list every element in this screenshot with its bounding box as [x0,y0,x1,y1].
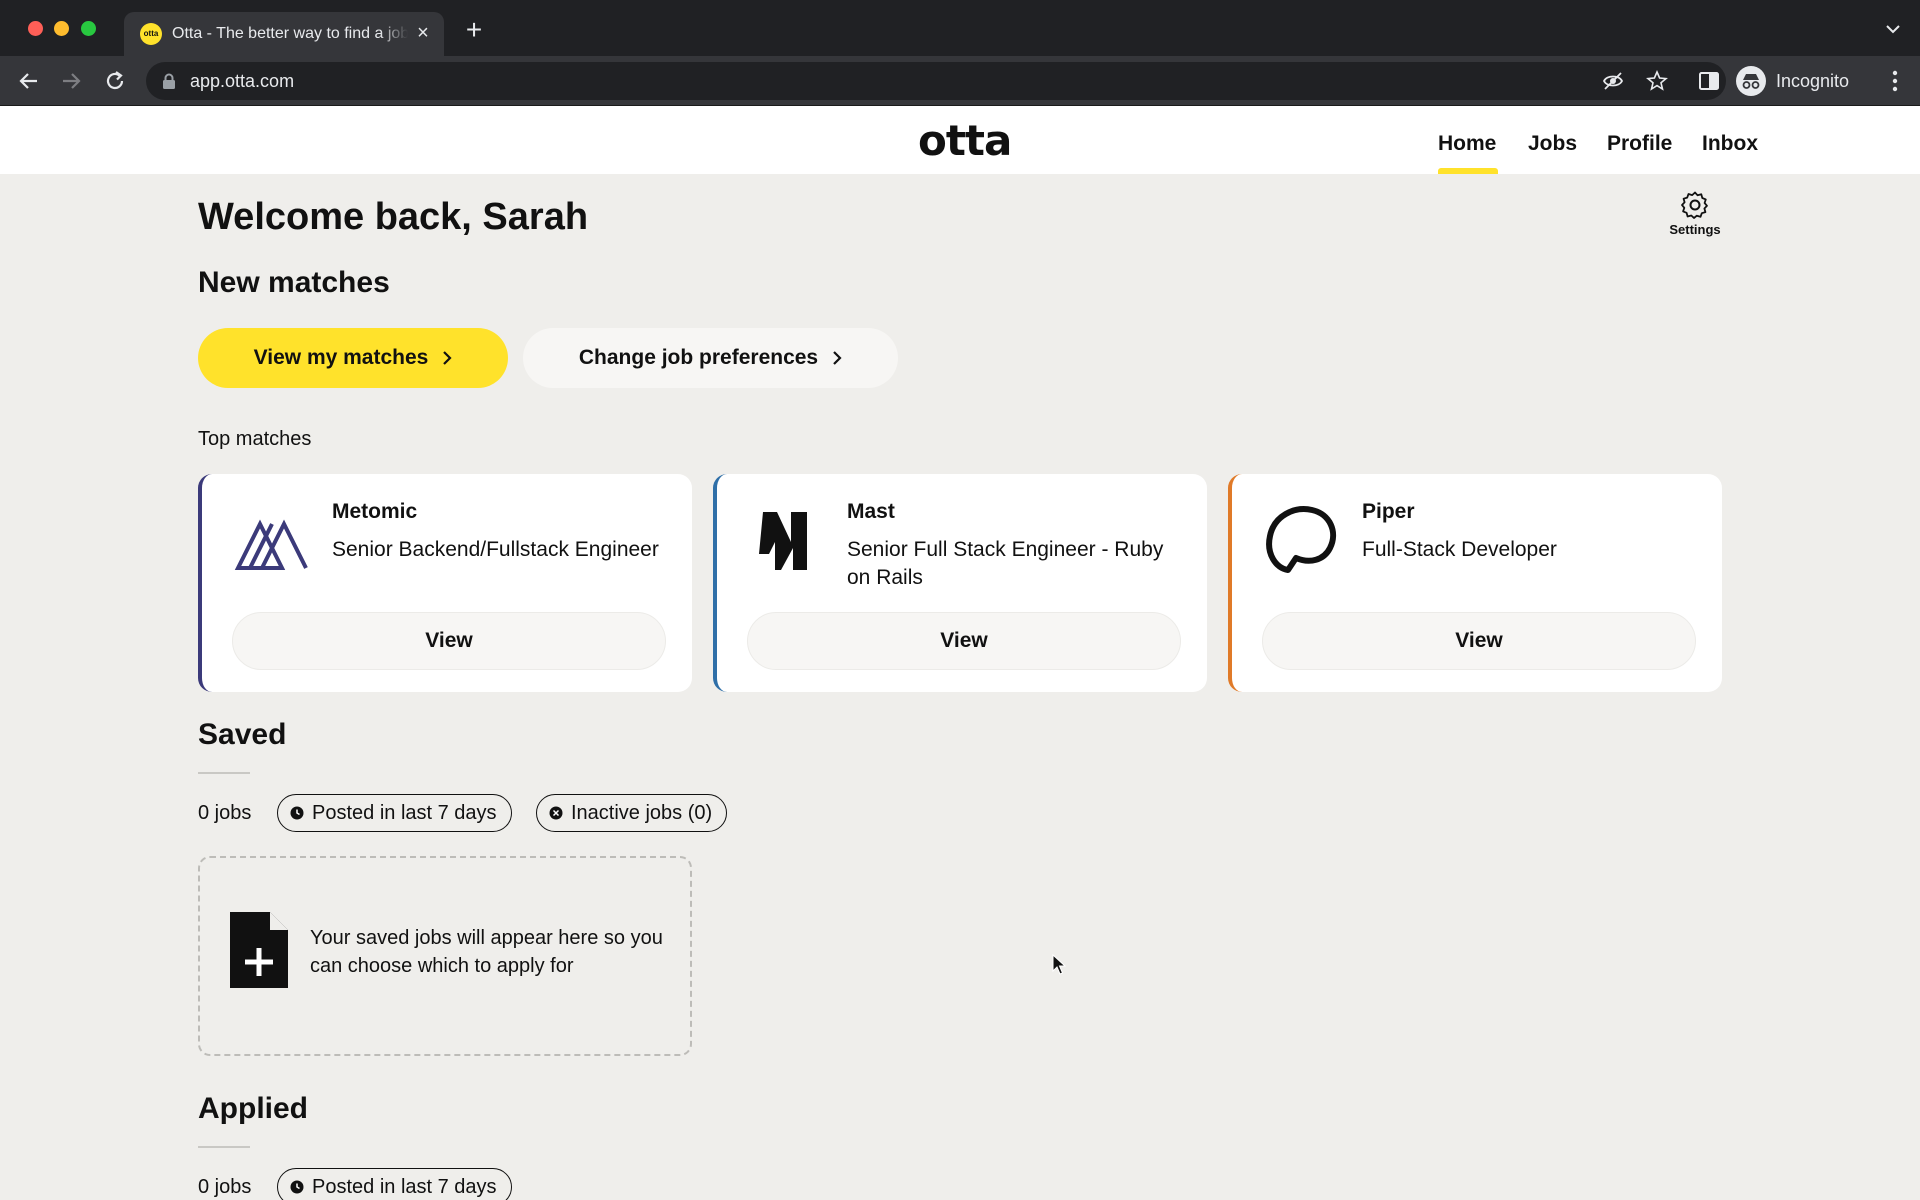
window-minimize-button[interactable] [54,21,69,36]
filter-label: Posted in last 7 days [312,1175,497,1198]
view-job-button[interactable]: View [1262,612,1696,670]
site-header: otta Home Jobs Profile Inbox [0,106,1920,174]
change-job-preferences-label: Change job preferences [578,346,819,369]
company-name: Mast [847,500,895,523]
nav-jobs[interactable]: Jobs [1528,132,1577,156]
reload-icon[interactable] [102,68,128,94]
settings-button[interactable]: Settings [1660,190,1730,250]
job-title: Senior Full Stack Engineer - Ruby on Rai… [847,538,1164,589]
nav-active-indicator [1438,168,1498,174]
tab-close-icon[interactable]: × [412,22,434,44]
nav-inbox[interactable]: Inbox [1702,132,1758,156]
filter-label: Inactive jobs (0) [571,801,713,824]
new-matches-heading: New matches [198,266,390,299]
nav-home[interactable]: Home [1438,132,1496,156]
window-zoom-button[interactable] [81,21,96,36]
filter-label: Posted in last 7 days [312,801,497,824]
clock-icon [290,806,304,820]
section-divider [198,772,250,774]
piper-logo [1266,506,1337,573]
window-close-button[interactable] [28,21,43,36]
job-title: Senior Backend/Fullstack Engineer [332,538,659,561]
top-matches-label: Top matches [198,428,312,450]
otta-favicon-icon: otta [140,23,162,45]
saved-heading: Saved [198,718,287,751]
applied-job-count: 0 jobs [198,1176,252,1198]
view-my-matches-button[interactable]: View my matches [198,328,508,388]
applied-heading: Applied [198,1092,308,1125]
tab-search-icon[interactable] [1884,20,1902,38]
empty-state-text: Your saved jobs will appear here so you … [310,927,663,977]
incognito-icon [1736,66,1766,96]
match-card-metomic[interactable]: Metomic Senior Backend/Fullstack Enginee… [198,474,692,692]
view-my-matches-label: View my matches [253,346,429,369]
company-name: Metomic [332,500,418,523]
browser-toolbar: app.otta.com Incognito [0,56,1920,106]
browser-tab-bar: otta Otta - The better way to find a job… [0,0,1920,56]
section-divider [198,1146,250,1148]
filter-posted-last-7-days[interactable]: Posted in last 7 days [277,794,512,832]
url-text: app.otta.com [190,71,295,91]
back-icon[interactable] [16,68,42,94]
saved-empty-state: Your saved jobs will appear here so you … [198,856,692,1056]
chevron-right-icon [443,351,452,365]
forward-icon[interactable] [58,68,84,94]
mast-logo [759,512,807,570]
star-icon[interactable] [1646,70,1668,92]
new-tab-button[interactable]: + [460,16,488,44]
close-circle-icon [549,806,563,820]
chevron-right-icon [833,351,842,365]
profile-label: Incognito [1776,71,1850,91]
job-title: Full-Stack Developer [1362,538,1557,561]
kebab-menu-icon[interactable] [1892,70,1898,92]
mouse-cursor-icon [1052,954,1066,975]
clock-icon [290,1180,304,1194]
view-job-button[interactable]: View [747,612,1181,670]
lock-icon[interactable] [162,73,176,89]
tab-title: Otta - The better way to find a job [172,25,408,42]
gear-icon [1681,191,1708,219]
add-document-icon [230,912,288,988]
otta-logo[interactable]: otta [918,116,1012,165]
view-job-button[interactable]: View [232,612,666,670]
metomic-logo [234,519,308,570]
nav-profile[interactable]: Profile [1607,132,1672,156]
filter-posted-last-7-days[interactable]: Posted in last 7 days [277,1168,512,1200]
company-name: Piper [1362,500,1415,523]
match-card-piper[interactable]: Piper Full-Stack Developer View [1228,474,1722,692]
page-title: Welcome back, Sarah [198,196,589,238]
eye-off-icon[interactable] [1602,70,1624,92]
address-bar[interactable]: app.otta.com [146,62,1726,100]
side-panel-icon[interactable] [1698,70,1720,92]
match-card-mast[interactable]: Mast Senior Full Stack Engineer - Ruby o… [713,474,1207,692]
change-job-preferences-button[interactable]: Change job preferences [523,328,898,388]
settings-label: Settings [1669,222,1721,237]
saved-job-count: 0 jobs [198,802,252,824]
browser-tab[interactable]: otta Otta - The better way to find a job… [124,12,444,56]
filter-inactive-jobs[interactable]: Inactive jobs (0) [536,794,728,832]
page-content: otta Home Jobs Profile Inbox Welcome bac… [0,106,1920,1200]
